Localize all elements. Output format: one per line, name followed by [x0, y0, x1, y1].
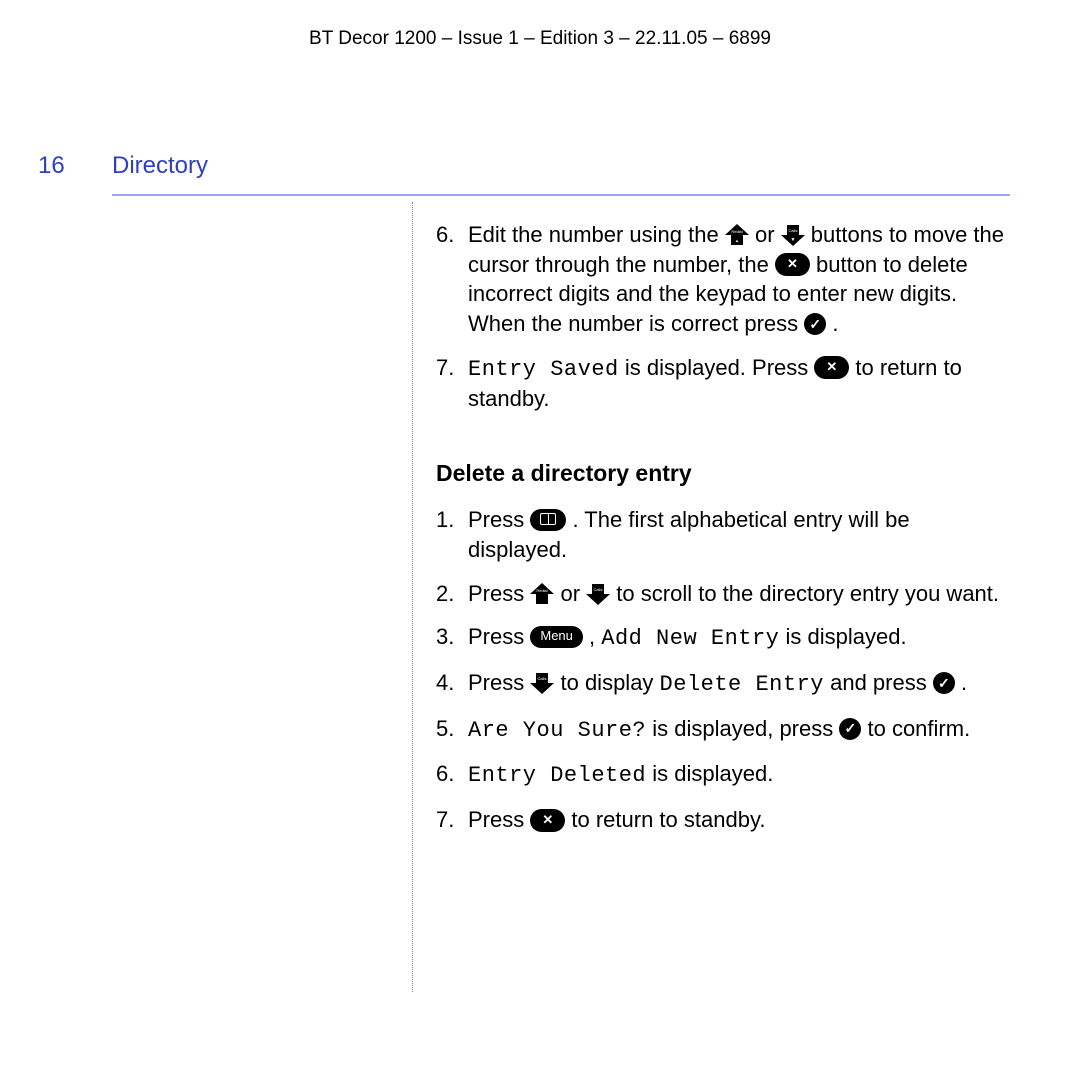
content-column: 6. Edit the number using the Redial ▲ or… — [436, 220, 1011, 849]
delete-x-icon — [530, 809, 565, 832]
text: to display — [560, 670, 659, 695]
text: Press — [468, 624, 530, 649]
lcd-text: Delete Entry — [660, 672, 824, 697]
step-number: 3. — [436, 622, 468, 654]
text: Edit the number using the — [468, 222, 725, 247]
step-number: 6. — [436, 759, 468, 791]
text: is displayed. — [652, 761, 773, 786]
ok-check-icon — [804, 313, 826, 335]
text: to scroll to the directory entry you wan… — [616, 581, 999, 606]
step-number: 5. — [436, 714, 468, 746]
text: Press — [468, 670, 530, 695]
down-calls-icon: Calls — [586, 583, 610, 605]
svg-text:▼: ▼ — [790, 237, 795, 243]
svg-text:Calls: Calls — [538, 676, 547, 681]
directory-book-icon — [530, 509, 566, 531]
page-number: 16 — [38, 152, 65, 180]
step-body: Press to return to standby. — [468, 805, 1011, 835]
step-body: Press Menu , Add New Entry is displayed. — [468, 622, 1011, 654]
text: or — [560, 581, 586, 606]
step-body: Press . The first alphabetical entry wil… — [468, 505, 1011, 564]
lcd-text: Entry Deleted — [468, 763, 646, 788]
step-number: 2. — [436, 579, 468, 609]
delete-step-2: 2. Press Redial or Calls to scroll — [436, 579, 1011, 609]
step-7: 7. Entry Saved is displayed. Press to re… — [436, 353, 1011, 414]
down-calls-icon: Calls ▼ — [781, 224, 805, 246]
delete-x-icon — [775, 253, 810, 276]
lcd-text: Entry Saved — [468, 357, 619, 382]
step-body: Press Calls to display Delete Entry and … — [468, 668, 1011, 700]
svg-text:Calls: Calls — [594, 587, 603, 592]
step-number: 7. — [436, 805, 468, 835]
down-calls-icon: Calls — [530, 672, 554, 694]
vertical-rule — [412, 202, 413, 992]
lcd-text: Are You Sure? — [468, 718, 646, 743]
ok-check-icon — [933, 672, 955, 694]
delete-step-6: 6. Entry Deleted is displayed. — [436, 759, 1011, 791]
text: and press — [830, 670, 933, 695]
text: Press — [468, 581, 530, 606]
step-6: 6. Edit the number using the Redial ▲ or… — [436, 220, 1011, 339]
section-title: Directory — [112, 152, 208, 180]
svg-text:Calls: Calls — [788, 228, 797, 233]
delete-step-1: 1. Press . The first alphabetical entry … — [436, 505, 1011, 564]
step-body: Entry Saved is displayed. Press to retur… — [468, 353, 1011, 414]
step-number: 6. — [436, 220, 468, 339]
page: BT Decor 1200 – Issue 1 – Edition 3 – 22… — [0, 0, 1080, 1076]
document-header: BT Decor 1200 – Issue 1 – Edition 3 – 22… — [0, 28, 1080, 50]
text: is displayed, press — [652, 716, 839, 741]
delete-step-4: 4. Press Calls to display Delete Entry a… — [436, 668, 1011, 700]
text: or — [755, 222, 781, 247]
up-redial-icon: Redial — [530, 583, 554, 605]
horizontal-rule — [112, 194, 1010, 196]
svg-text:Redial: Redial — [537, 588, 548, 593]
ok-check-icon — [839, 718, 861, 740]
text: . — [832, 311, 838, 336]
menu-button-icon: Menu — [530, 626, 583, 648]
text: is displayed. Press — [625, 355, 815, 380]
step-body: Edit the number using the Redial ▲ or Ca… — [468, 220, 1011, 339]
svg-text:▲: ▲ — [735, 238, 739, 243]
step-number: 4. — [436, 668, 468, 700]
delete-x-icon — [814, 356, 849, 379]
text: , — [589, 624, 601, 649]
subheading-delete-entry: Delete a directory entry — [436, 458, 1011, 489]
up-redial-icon: Redial ▲ — [725, 224, 749, 246]
delete-step-5: 5. Are You Sure? is displayed, press to … — [436, 714, 1011, 746]
delete-step-3: 3. Press Menu , Add New Entry is display… — [436, 622, 1011, 654]
text: is displayed. — [786, 624, 907, 649]
step-number: 7. — [436, 353, 468, 414]
text: Press — [468, 807, 530, 832]
text: to confirm. — [867, 716, 970, 741]
delete-step-7: 7. Press to return to standby. — [436, 805, 1011, 835]
svg-text:Redial: Redial — [731, 229, 742, 234]
text: to return to standby. — [571, 807, 765, 832]
text: . — [961, 670, 967, 695]
step-body: Are You Sure? is displayed, press to con… — [468, 714, 1011, 746]
step-body: Entry Deleted is displayed. — [468, 759, 1011, 791]
step-body: Press Redial or Calls to scroll to the d… — [468, 579, 1011, 609]
text: Press — [468, 507, 530, 532]
step-number: 1. — [436, 505, 468, 564]
lcd-text: Add New Entry — [601, 626, 779, 651]
